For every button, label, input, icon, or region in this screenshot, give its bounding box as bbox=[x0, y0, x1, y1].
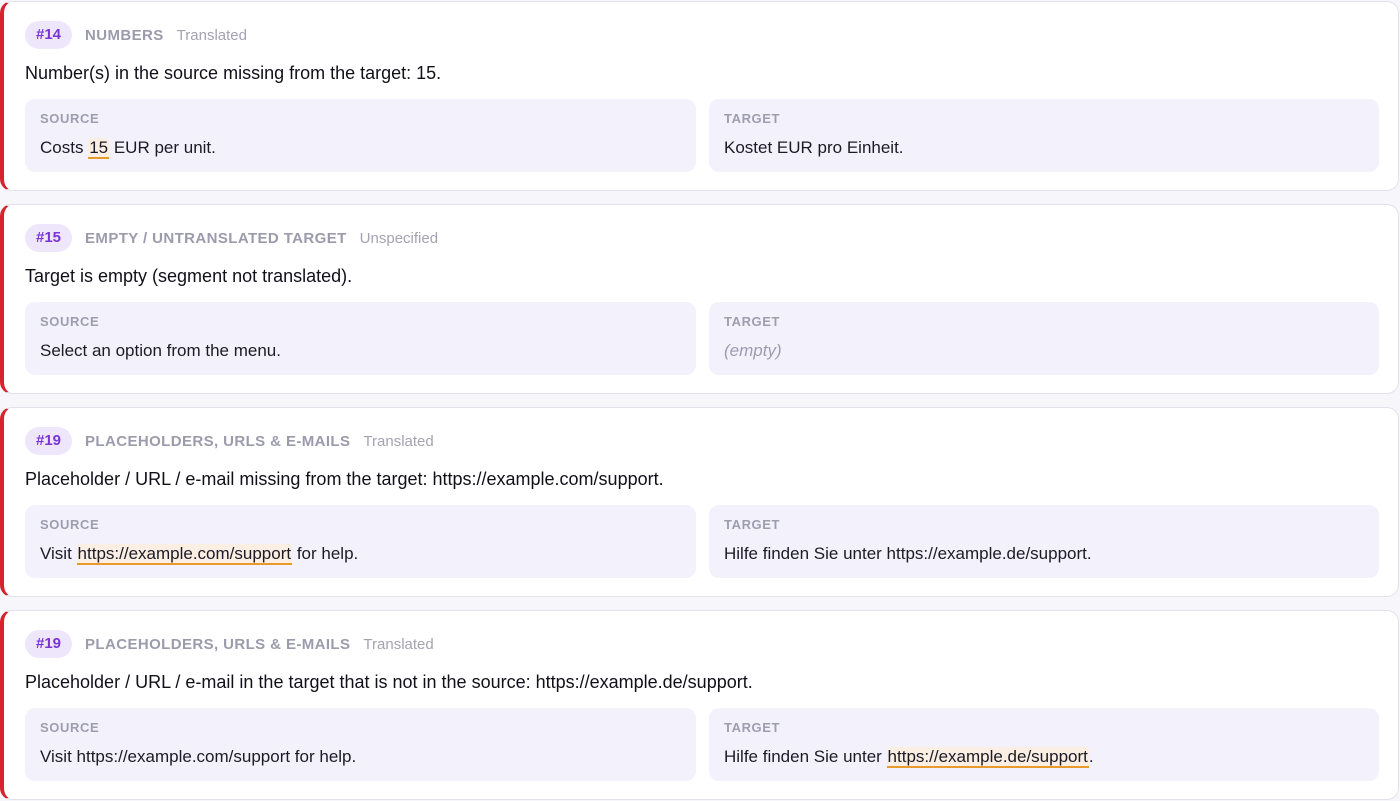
target-text: Kostet EUR pro Einheit. bbox=[724, 138, 1364, 158]
target-panel: TARGET Hilfe finden Sie unter https://ex… bbox=[709, 505, 1379, 578]
issue-message: Number(s) in the source missing from the… bbox=[25, 63, 442, 83]
target-highlight: https://example.de/support bbox=[886, 747, 1089, 768]
source-highlight: 15 bbox=[88, 138, 110, 159]
issue-category: EMPTY / UNTRANSLATED TARGET bbox=[85, 229, 347, 247]
target-text: Hilfe finden Sie unter https://example.d… bbox=[724, 544, 1364, 564]
issue-header: #19 PLACEHOLDERS, URLS & E-MAILS Transla… bbox=[25, 426, 434, 456]
target-label: TARGET bbox=[724, 517, 781, 532]
issue-category: PLACEHOLDERS, URLS & E-MAILS bbox=[85, 432, 351, 450]
issue-card[interactable]: #15 EMPTY / UNTRANSLATED TARGET Unspecif… bbox=[0, 204, 1399, 394]
issue-number-badge: #15 bbox=[25, 224, 73, 252]
source-text: Select an option from the menu. bbox=[40, 341, 681, 361]
target-text-after: . bbox=[1088, 747, 1094, 766]
source-label: SOURCE bbox=[40, 111, 100, 126]
source-text: Visit https://example.com/support for he… bbox=[40, 747, 681, 767]
source-highlight: https://example.com/support bbox=[76, 544, 293, 565]
issue-category: NUMBERS bbox=[85, 26, 164, 44]
source-panel: SOURCE Select an option from the menu. bbox=[25, 302, 696, 375]
target-text: Hilfe finden Sie unter https://example.d… bbox=[724, 747, 1364, 768]
source-text: Costs 15 EUR per unit. bbox=[40, 138, 681, 159]
issue-message: Target is empty (segment not translated)… bbox=[25, 266, 353, 286]
target-label: TARGET bbox=[724, 314, 781, 329]
target-panel: TARGET Hilfe finden Sie unter https://ex… bbox=[709, 708, 1379, 781]
source-panel: SOURCE Visit https://example.com/support… bbox=[25, 505, 696, 578]
source-text-after: for help. bbox=[292, 544, 359, 563]
issue-card[interactable]: #19 PLACEHOLDERS, URLS & E-MAILS Transla… bbox=[0, 610, 1399, 800]
issue-status: Translated bbox=[363, 635, 434, 653]
qa-issue-list: #14 NUMBERS Translated Number(s) in the … bbox=[0, 0, 1400, 801]
source-text: Visit https://example.com/support for he… bbox=[40, 544, 681, 565]
issue-status: Unspecified bbox=[359, 229, 439, 247]
issue-number-badge: #14 bbox=[25, 21, 73, 49]
source-panel: SOURCE Visit https://example.com/support… bbox=[25, 708, 696, 781]
source-label: SOURCE bbox=[40, 314, 100, 329]
source-panel: SOURCE Costs 15 EUR per unit. bbox=[25, 99, 696, 172]
target-empty-text: (empty) bbox=[724, 341, 782, 360]
issue-header: #15 EMPTY / UNTRANSLATED TARGET Unspecif… bbox=[25, 223, 438, 253]
target-text-before: Kostet EUR pro Einheit. bbox=[724, 138, 904, 157]
issue-status: Translated bbox=[363, 432, 434, 450]
issue-card[interactable]: #14 NUMBERS Translated Number(s) in the … bbox=[0, 1, 1399, 191]
source-text-before: Visit https://example.com/support for he… bbox=[40, 747, 357, 766]
target-text-before: Hilfe finden Sie unter https://example.d… bbox=[724, 544, 1092, 563]
issue-header: #19 PLACEHOLDERS, URLS & E-MAILS Transla… bbox=[25, 629, 434, 659]
source-label: SOURCE bbox=[40, 720, 100, 735]
issue-message: Placeholder / URL / e-mail in the target… bbox=[25, 672, 753, 692]
issue-number-badge: #19 bbox=[25, 630, 73, 658]
target-panel: TARGET Kostet EUR pro Einheit. bbox=[709, 99, 1379, 172]
issue-number-badge: #19 bbox=[25, 427, 73, 455]
issue-header: #14 NUMBERS Translated bbox=[25, 20, 247, 50]
source-text-before: Visit bbox=[40, 544, 77, 563]
issue-status: Translated bbox=[176, 26, 247, 44]
source-text-before: Select an option from the menu. bbox=[40, 341, 281, 360]
source-text-before: Costs bbox=[40, 138, 89, 157]
issue-card[interactable]: #19 PLACEHOLDERS, URLS & E-MAILS Transla… bbox=[0, 407, 1399, 597]
source-text-after: EUR per unit. bbox=[109, 138, 216, 157]
target-label: TARGET bbox=[724, 111, 781, 126]
issue-message: Placeholder / URL / e-mail missing from … bbox=[25, 469, 664, 489]
target-text-before: Hilfe finden Sie unter bbox=[724, 747, 887, 766]
target-label: TARGET bbox=[724, 720, 781, 735]
issue-category: PLACEHOLDERS, URLS & E-MAILS bbox=[85, 635, 351, 653]
source-label: SOURCE bbox=[40, 517, 100, 532]
target-panel: TARGET (empty) bbox=[709, 302, 1379, 375]
